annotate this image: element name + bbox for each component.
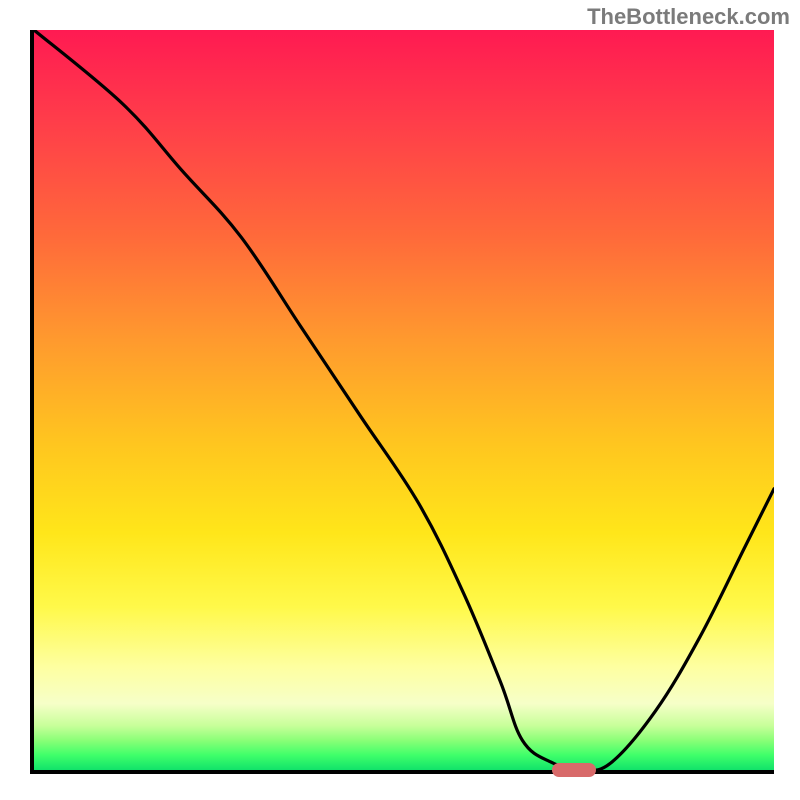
optimum-marker: [552, 763, 596, 777]
watermark-label: TheBottleneck.com: [587, 4, 790, 30]
plot-area: [30, 30, 774, 774]
bottleneck-curve: [34, 30, 774, 770]
chart-frame: TheBottleneck.com: [0, 0, 800, 800]
